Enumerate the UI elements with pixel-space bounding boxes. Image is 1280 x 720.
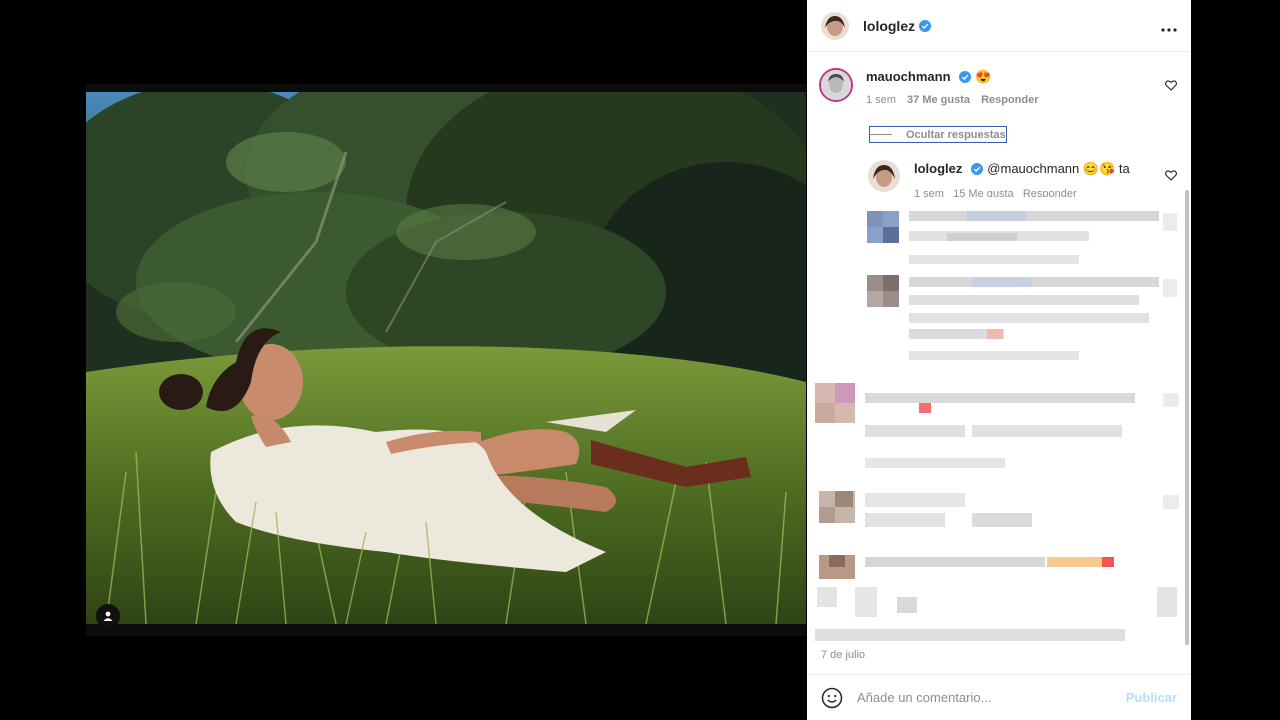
reply-body: lologlez @mauochmann 😊😘 ta 1 sem 15 Me g… <box>914 160 1130 197</box>
comment-text: 😍 <box>975 69 992 84</box>
photo-illustration <box>86 92 806 624</box>
instagram-post-viewer: lologlez mauochmann 😍 1 sem 37 Me gusta … <box>0 0 1280 720</box>
commenter-avatar[interactable] <box>819 68 853 102</box>
reply-button[interactable]: Responder <box>981 94 1038 106</box>
comment-composer: Publicar <box>807 674 1191 720</box>
reply-meta: 1 sem 15 Me gusta Responder <box>914 188 1130 197</box>
reply-text: @mauochmann 😊😘 ta <box>987 161 1130 176</box>
like-heart-icon[interactable] <box>1165 80 1177 91</box>
post-date: 7 de julio <box>821 649 866 661</box>
post-photo-container <box>86 84 806 636</box>
verified-badge-icon <box>970 163 983 175</box>
comment-likes[interactable]: 37 Me gusta <box>907 94 970 106</box>
post-photo[interactable] <box>86 92 806 624</box>
more-options-button[interactable] <box>1161 17 1177 35</box>
author-username[interactable]: lologlez <box>863 18 915 34</box>
reply-username[interactable]: lologlez <box>914 161 962 176</box>
hide-replies-button[interactable]: Ocultar respuestas <box>869 126 1007 143</box>
post-details-panel: lologlez mauochmann 😍 1 sem 37 Me gusta … <box>807 0 1191 720</box>
reply-item: lologlez @mauochmann 😊😘 ta 1 sem 15 Me g… <box>868 160 1130 197</box>
comment-meta: 1 sem 37 Me gusta Responder <box>866 94 1047 106</box>
reply-avatar[interactable] <box>868 160 900 192</box>
comments-scrollbar[interactable] <box>1185 190 1189 645</box>
author-avatar[interactable] <box>821 11 849 40</box>
tagged-users-button[interactable] <box>96 604 120 628</box>
user-icon <box>103 611 113 621</box>
comment-item: mauochmann 😍 1 sem 37 Me gusta Responder <box>819 68 1047 106</box>
post-header: lologlez <box>807 0 1191 52</box>
comment-body: mauochmann 😍 1 sem 37 Me gusta Responder <box>866 68 1047 106</box>
verified-badge-icon <box>958 71 971 83</box>
comment-username[interactable]: mauochmann <box>866 69 951 84</box>
blurred-comments <box>815 211 1179 641</box>
comment-time[interactable]: 1 sem <box>866 94 896 106</box>
replies-line-icon <box>870 134 892 135</box>
verified-badge-icon <box>919 19 932 32</box>
reply-meta-partial: 1 sem 15 Me gusta Responder <box>914 188 1077 197</box>
publish-button[interactable]: Publicar <box>1126 690 1177 705</box>
hide-replies-label: Ocultar respuestas <box>906 128 1006 141</box>
like-heart-icon[interactable] <box>1165 170 1177 181</box>
more-horizontal-icon <box>1161 27 1177 32</box>
emoji-icon[interactable] <box>821 687 843 709</box>
comment-input[interactable] <box>857 690 1107 705</box>
comments-list[interactable]: mauochmann 😍 1 sem 37 Me gusta Responder <box>807 53 1191 673</box>
